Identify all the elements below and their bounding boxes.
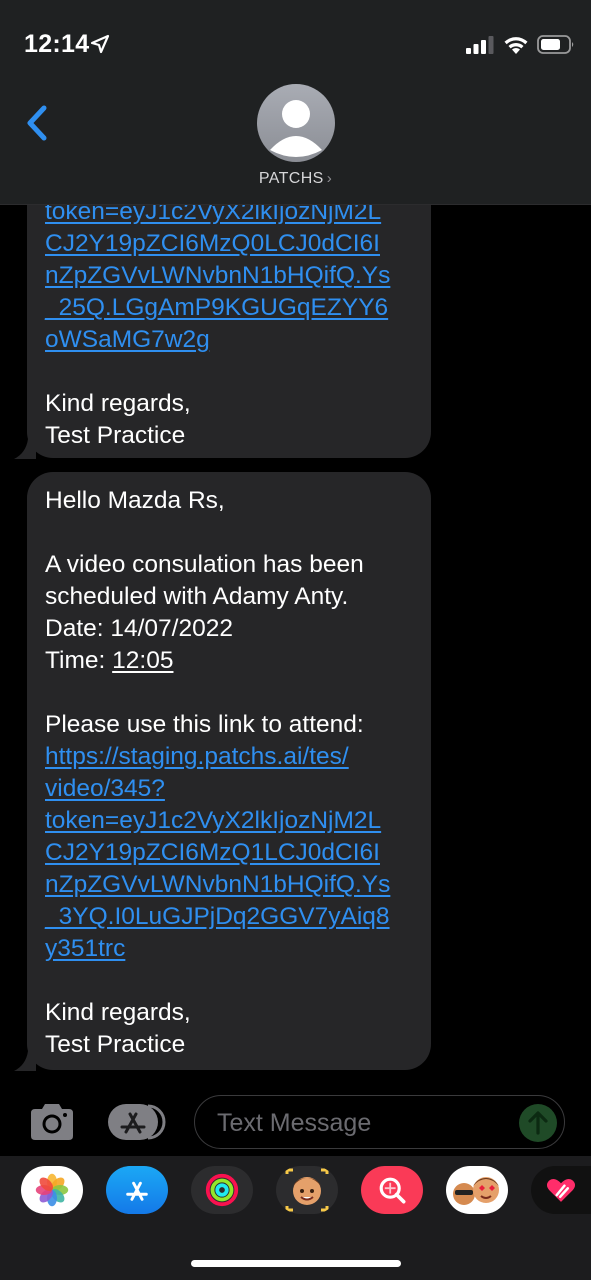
status-time: 12:14 bbox=[24, 30, 90, 58]
wifi-icon bbox=[504, 37, 528, 54]
memoji-icon bbox=[285, 1168, 329, 1212]
search-images-app[interactable] bbox=[361, 1166, 423, 1214]
message-bubble[interactable]: Hello Mazda Rs, A video consulation has … bbox=[27, 472, 431, 1070]
location-arrow-icon bbox=[90, 34, 110, 54]
message-greeting: Hello Mazda Rs, bbox=[45, 487, 225, 514]
digital-touch-icon bbox=[546, 1179, 576, 1202]
bubble-tail bbox=[14, 439, 36, 459]
arrow-up-icon bbox=[528, 1111, 548, 1135]
time-value-link[interactable]: 12:05 bbox=[112, 647, 173, 674]
photos-icon bbox=[35, 1173, 69, 1207]
contact-avatar[interactable] bbox=[257, 84, 335, 162]
activity-app[interactable] bbox=[191, 1166, 253, 1214]
bubble-tail bbox=[14, 1051, 36, 1071]
home-indicator[interactable] bbox=[191, 1260, 401, 1267]
message-link[interactable]: nZpZGVvLWNvbnN1bHQifQ.Ys bbox=[45, 869, 413, 901]
message-link[interactable]: CJ2Y19pZCI6MzQ1LCJ0dCI6I bbox=[45, 837, 413, 869]
memoji-stickers-app[interactable] bbox=[446, 1166, 508, 1214]
photos-app[interactable] bbox=[21, 1166, 83, 1214]
contact-name: PATCHS bbox=[258, 170, 324, 187]
contact-name-button[interactable]: PATCHS › bbox=[0, 170, 591, 188]
message-link[interactable]: CJ2Y19pZCI6MzQ0LCJ0dCI6I bbox=[45, 228, 413, 260]
message-link[interactable]: token=eyJ1c2VyX2lkIjozNjM2L bbox=[45, 805, 413, 837]
app-store-icon bbox=[126, 1181, 148, 1201]
message-input-placeholder: Text Message bbox=[217, 1109, 372, 1137]
status-bar: 12:14 bbox=[0, 0, 591, 80]
message-link[interactable]: _25Q.LGgAmP9KGUGqEZYY6 bbox=[45, 292, 413, 324]
memoji-app[interactable] bbox=[276, 1166, 338, 1214]
time-label: Time: bbox=[45, 647, 113, 674]
back-chevron-icon[interactable] bbox=[20, 100, 54, 146]
cellular-signal-icon bbox=[466, 36, 494, 54]
message-link[interactable]: https://staging.patchs.ai/tes/ bbox=[45, 741, 413, 773]
chevron-right-icon: › bbox=[326, 170, 333, 187]
battery-icon bbox=[537, 35, 574, 54]
message-time: Time: 12:05 bbox=[45, 645, 413, 677]
person-silhouette-icon bbox=[270, 100, 322, 157]
message-link[interactable]: oWSaMG7w2g bbox=[45, 324, 413, 356]
app-store-app[interactable] bbox=[106, 1166, 168, 1214]
message-input[interactable]: Text Message bbox=[194, 1095, 565, 1149]
conversation-header: 12:14 PATCHS › bbox=[0, 0, 591, 205]
message-link[interactable]: video/345? bbox=[45, 773, 413, 805]
digital-touch-app[interactable] bbox=[531, 1166, 591, 1214]
message-signature: Test Practice bbox=[45, 1031, 186, 1058]
message-link[interactable]: _3YQ.I0LuGJPjDq2GGV7yAiq8 bbox=[45, 901, 413, 933]
message-date: Date: 14/07/2022 bbox=[45, 615, 233, 642]
memoji-stickers-icon bbox=[453, 1177, 499, 1205]
message-link[interactable]: y351trc bbox=[45, 933, 413, 965]
message-signoff: Kind regards, bbox=[45, 390, 191, 417]
message-text: A video consulation has been bbox=[45, 551, 364, 578]
send-button[interactable] bbox=[519, 1104, 557, 1142]
search-images-icon bbox=[379, 1177, 406, 1204]
message-text: scheduled with Adamy Anty. bbox=[45, 583, 349, 610]
message-signoff: Kind regards, bbox=[45, 999, 191, 1026]
camera-icon[interactable] bbox=[28, 1103, 76, 1141]
app-store-drawer-icon[interactable] bbox=[108, 1102, 168, 1142]
message-signature: Test Practice bbox=[45, 422, 186, 449]
message-link[interactable]: nZpZGVvLWNvbnN1bHQifQ.Ys bbox=[45, 260, 413, 292]
message-link-intro: Please use this link to attend: bbox=[45, 711, 364, 738]
activity-icon bbox=[205, 1173, 239, 1207]
